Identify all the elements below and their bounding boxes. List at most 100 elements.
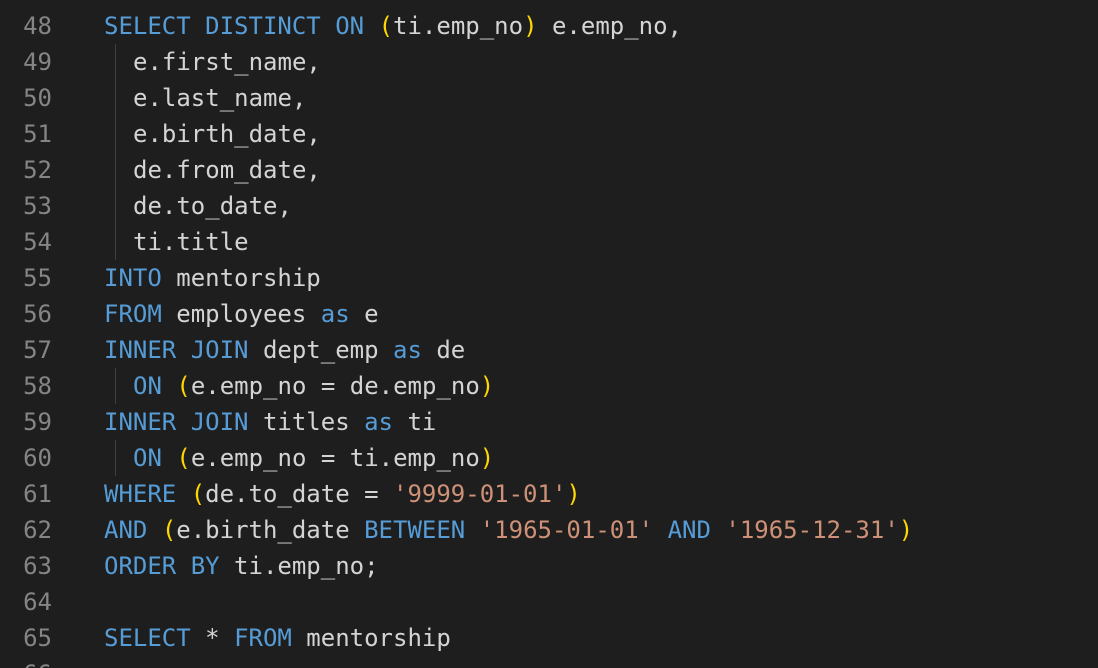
string-literal: '1965-01-01': [479, 516, 654, 544]
identifier-text: ti.emp_no: [393, 12, 524, 40]
identifier-text: e.birth_date,: [133, 120, 321, 148]
code-editor[interactable]: 48 SELECT DISTINCT ON (ti.emp_no) e.emp_n…: [0, 0, 1098, 668]
code-text: SELECT DISTINCT ON (ti.emp_no) e.emp_no,: [104, 8, 682, 44]
bracket: (: [378, 12, 394, 40]
code-text: de.to_date,: [104, 188, 292, 224]
line-number: 48: [23, 12, 52, 40]
code-text: SELECT * FROM mentorship: [104, 620, 451, 656]
sql-keyword: WHERE: [104, 480, 177, 508]
code-text: de.from_date,: [104, 152, 321, 188]
code-text: INNER JOIN titles as ti: [104, 404, 436, 440]
identifier-text: [176, 480, 190, 508]
code-line[interactable]: 64: [0, 584, 1098, 620]
identifier-text: [147, 516, 161, 544]
sql-keyword: as: [393, 336, 422, 364]
line-number: 61: [23, 480, 52, 508]
code-line[interactable]: 50 e.last_name,: [0, 80, 1098, 116]
sql-keyword: INTO: [104, 264, 162, 292]
code-line[interactable]: 52 de.from_date,: [0, 152, 1098, 188]
code-line[interactable]: 59 INNER JOIN titles as ti: [0, 404, 1098, 440]
line-number: 55: [23, 264, 52, 292]
line-number: 56: [23, 300, 52, 328]
code-text: e.last_name,: [104, 80, 306, 116]
code-line[interactable]: 66: [0, 656, 1098, 668]
identifier-text: mentorship: [291, 624, 451, 652]
identifier-text: [711, 516, 725, 544]
identifier-text: ti: [393, 408, 437, 436]
code-text: FROM employees as e: [104, 296, 379, 332]
identifier-text: titles: [248, 408, 365, 436]
sql-keyword: ON: [335, 12, 365, 40]
sql-keyword: as: [320, 300, 350, 328]
code-line[interactable]: 61 WHERE (de.to_date = '9999-01-01'): [0, 476, 1098, 512]
code-line[interactable]: 63 ORDER BY ti.emp_no;: [0, 548, 1098, 584]
code-text: ti.title: [104, 224, 249, 260]
bracket: ): [479, 372, 495, 400]
sql-keyword: JOIN: [190, 408, 249, 436]
identifier-text: e.emp_no = ti.emp_no: [190, 444, 480, 472]
sql-keyword: ON: [133, 444, 162, 472]
identifier-text: [321, 12, 335, 40]
line-number: 58: [23, 372, 52, 400]
identifier-text: [653, 516, 667, 544]
sql-keyword: INNER: [104, 336, 177, 364]
identifier-text: ti.emp_no;: [219, 552, 379, 580]
code-text: WHERE (de.to_date = '9999-01-01'): [104, 476, 581, 512]
line-number: 49: [23, 48, 52, 76]
code-line[interactable]: 53 de.to_date,: [0, 188, 1098, 224]
line-number: 52: [23, 156, 52, 184]
code-line[interactable]: 57 INNER JOIN dept_emp as de: [0, 332, 1098, 368]
identifier-text: e.last_name,: [133, 84, 307, 112]
code-line[interactable]: 60 ON (e.emp_no = ti.emp_no): [0, 440, 1098, 476]
code-text: INNER JOIN dept_emp as de: [104, 332, 465, 368]
line-number: 57: [23, 336, 52, 364]
identifier-text: e.birth_date: [176, 516, 365, 544]
identifier-text: [364, 12, 378, 40]
bracket: (: [161, 516, 177, 544]
string-literal: '1965-12-31': [725, 516, 899, 544]
line-number: 63: [23, 552, 52, 580]
bracket: (: [190, 480, 206, 508]
line-number: 60: [23, 444, 52, 472]
line-number: 51: [23, 120, 52, 148]
line-number: 59: [23, 408, 52, 436]
identifier-text: *: [190, 624, 235, 652]
code-line[interactable]: 51 e.birth_date,: [0, 116, 1098, 152]
sql-keyword: DISTINCT: [205, 12, 321, 40]
line-number: 54: [23, 228, 52, 256]
code-line[interactable]: 65 SELECT * FROM mentorship: [0, 620, 1098, 656]
code-text: AND (e.birth_date BETWEEN '1965-01-01' A…: [104, 512, 913, 548]
bracket: ): [523, 12, 538, 40]
sql-keyword: as: [364, 408, 393, 436]
bracket: ): [566, 480, 581, 508]
line-number: 65: [23, 624, 52, 652]
code-line[interactable]: 55 INTO mentorship: [0, 260, 1098, 296]
identifier-text: [176, 336, 190, 364]
sql-keyword: ON: [133, 372, 162, 400]
code-line[interactable]: 48 SELECT DISTINCT ON (ti.emp_no) e.emp_n…: [0, 8, 1098, 44]
line-number: 66: [0, 656, 52, 668]
string-literal: '9999-01-01': [393, 480, 567, 508]
code-line[interactable]: 49 e.first_name,: [0, 44, 1098, 80]
code-line[interactable]: 62 AND (e.birth_date BETWEEN '1965-01-01'…: [0, 512, 1098, 548]
identifier-text: de.to_date,: [133, 192, 292, 220]
code-text: ON (e.emp_no = ti.emp_no): [104, 440, 494, 476]
sql-keyword: JOIN: [190, 336, 249, 364]
identifier-text: de: [421, 336, 466, 364]
identifier-text: [176, 552, 190, 580]
bracket: (: [176, 444, 191, 472]
code-line[interactable]: 54 ti.title: [0, 224, 1098, 260]
identifier-text: e: [349, 300, 379, 328]
code-line[interactable]: 58 ON (e.emp_no = de.emp_no): [0, 368, 1098, 404]
identifier-text: ti.title: [133, 228, 249, 256]
sql-keyword: SELECT: [104, 624, 191, 652]
identifier-text: de.to_date =: [205, 480, 393, 508]
identifier-text: e.first_name,: [133, 48, 321, 76]
code-text: INTO mentorship: [104, 260, 321, 296]
identifier-text: employees: [161, 300, 321, 328]
line-number: 64: [23, 588, 52, 616]
identifier-text: [465, 516, 479, 544]
code-text: e.birth_date,: [104, 116, 321, 152]
code-line[interactable]: 56 FROM employees as e: [0, 296, 1098, 332]
identifier-text: e.emp_no,: [537, 12, 683, 40]
